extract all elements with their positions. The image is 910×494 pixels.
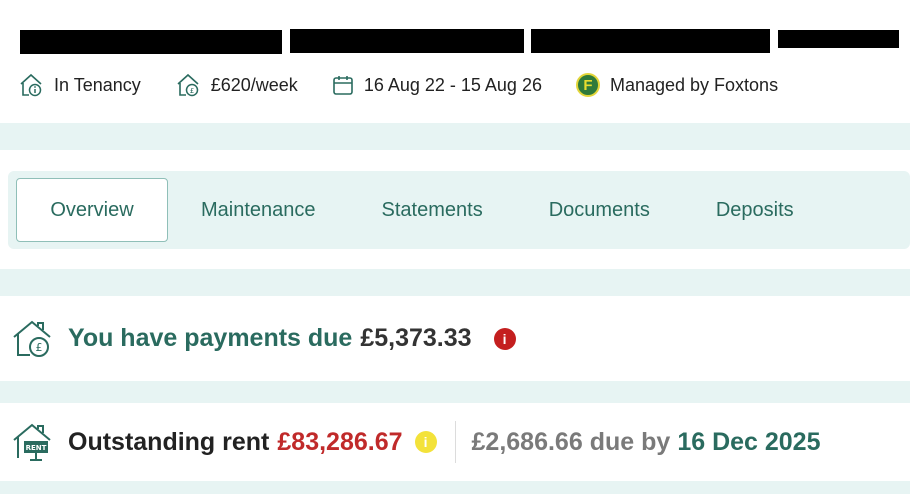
svg-text:£: £ <box>190 87 194 95</box>
property-tabs: Overview Maintenance Statements Document… <box>8 171 910 249</box>
tab-deposits[interactable]: Deposits <box>683 178 827 242</box>
divider-band <box>0 123 910 150</box>
redacted-address-4 <box>778 30 899 48</box>
svg-text:£: £ <box>36 341 43 354</box>
tab-documents[interactable]: Documents <box>516 178 683 242</box>
weekly-rent-label: £620/week <box>210 74 298 95</box>
outstanding-rent-label: Outstanding rent <box>68 427 270 456</box>
divider <box>454 421 456 463</box>
rent-icon-text: RENT <box>26 444 47 452</box>
house-info-icon <box>20 73 42 97</box>
house-payment-icon: £ <box>13 320 51 357</box>
payments-due-title: You have payments due <box>68 324 353 352</box>
payments-due-amount: £5,373.33 <box>360 324 472 352</box>
due-date: 16 Dec 2025 <box>677 427 821 456</box>
redacted-address-3 <box>531 29 770 53</box>
divider-band <box>0 269 910 296</box>
info-icon[interactable]: i <box>414 431 437 453</box>
calendar-icon <box>333 76 353 95</box>
rent-sign-icon: RENT <box>13 423 51 461</box>
due-by-text: due by <box>589 427 671 456</box>
redacted-address-1 <box>20 30 282 54</box>
tab-maintenance[interactable]: Maintenance <box>168 178 349 242</box>
tenancy-status-label: In Tenancy <box>54 74 141 95</box>
managing-agent-label: Managed by Foxtons <box>609 74 779 95</box>
managing-agent: F Managed by Foxtons <box>575 73 779 97</box>
property-meta-row: In Tenancy £ £620/week 16 Aug 22 - 15 Au… <box>18 68 812 102</box>
payments-due-card[interactable]: £ You have payments due £5,373.33 i <box>0 296 910 381</box>
redacted-address-2 <box>290 29 524 53</box>
tenancy-dates-label: 16 Aug 22 - 15 Aug 26 <box>363 74 542 95</box>
tenancy-dates: 16 Aug 22 - 15 Aug 26 <box>332 74 542 96</box>
foxtons-logo-icon: F <box>575 73 600 97</box>
outstanding-rent-card[interactable]: RENT Outstanding rent £83,286.67 i £2,68… <box>0 403 910 481</box>
tenancy-status: In Tenancy <box>18 72 141 98</box>
weekly-rent: £ £620/week <box>175 72 298 98</box>
tab-statements[interactable]: Statements <box>349 178 516 242</box>
divider-band <box>0 381 910 403</box>
next-due-amount: £2,686.66 <box>471 427 583 456</box>
divider-band <box>0 481 910 494</box>
tab-overview[interactable]: Overview <box>16 178 168 242</box>
alert-icon[interactable]: i <box>493 327 516 350</box>
outstanding-rent-amount: £83,286.67 <box>277 427 403 456</box>
house-pound-icon: £ <box>177 73 199 97</box>
